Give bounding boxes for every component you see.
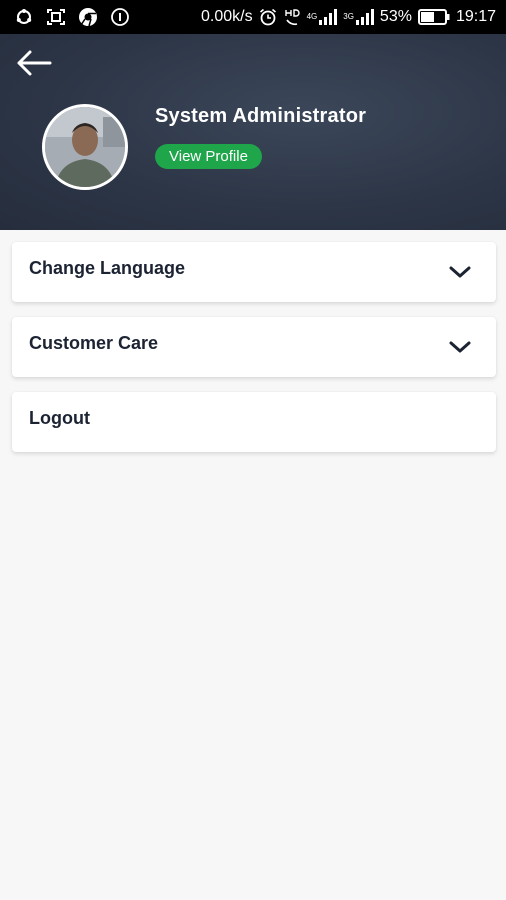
- battery-percent: 53%: [379, 8, 412, 25]
- signal-icon: 4G: [307, 8, 338, 26]
- alarm-icon: [259, 8, 277, 26]
- menu-item-label: Change Language: [29, 258, 186, 278]
- signal-icon: 3G: [343, 8, 374, 26]
- profile-header: System Administrator View Profile: [0, 34, 506, 230]
- back-button[interactable]: [14, 48, 54, 78]
- avatar-photo: [45, 107, 125, 187]
- status-bar-right: 0.00k/s 4G 3G 53% 19:17: [201, 8, 496, 26]
- notification-one-icon: [110, 7, 130, 27]
- hd-voice-icon: [283, 8, 301, 26]
- chrome-icon: [78, 7, 98, 27]
- menu-item-logout[interactable]: Logout: [12, 392, 496, 452]
- network-type-label: 3G: [343, 12, 354, 21]
- clock: 19:17: [455, 8, 496, 25]
- menu-item-label: Customer Care: [29, 333, 159, 353]
- profile-name: System Administrator: [155, 105, 367, 127]
- avatar[interactable]: [42, 104, 128, 190]
- chevron-down-icon[interactable]: [448, 339, 472, 355]
- status-bar-left: [14, 7, 130, 27]
- arrow-left-icon: [17, 50, 52, 76]
- sync-icon: [14, 7, 34, 27]
- network-speed: 0.00k/s: [200, 8, 253, 25]
- battery-icon: [417, 9, 450, 25]
- menu-item-customer-care[interactable]: Customer Care: [12, 317, 496, 377]
- chevron-down-icon[interactable]: [448, 264, 472, 280]
- status-bar: 0.00k/s 4G 3G 53% 19:17: [0, 0, 506, 34]
- network-type-label: 4G: [306, 12, 318, 21]
- menu-item-change-language[interactable]: Change Language: [12, 242, 496, 302]
- menu-item-label: Logout: [29, 408, 90, 428]
- screenshot-icon: [46, 8, 66, 26]
- view-profile-button[interactable]: View Profile: [155, 144, 262, 169]
